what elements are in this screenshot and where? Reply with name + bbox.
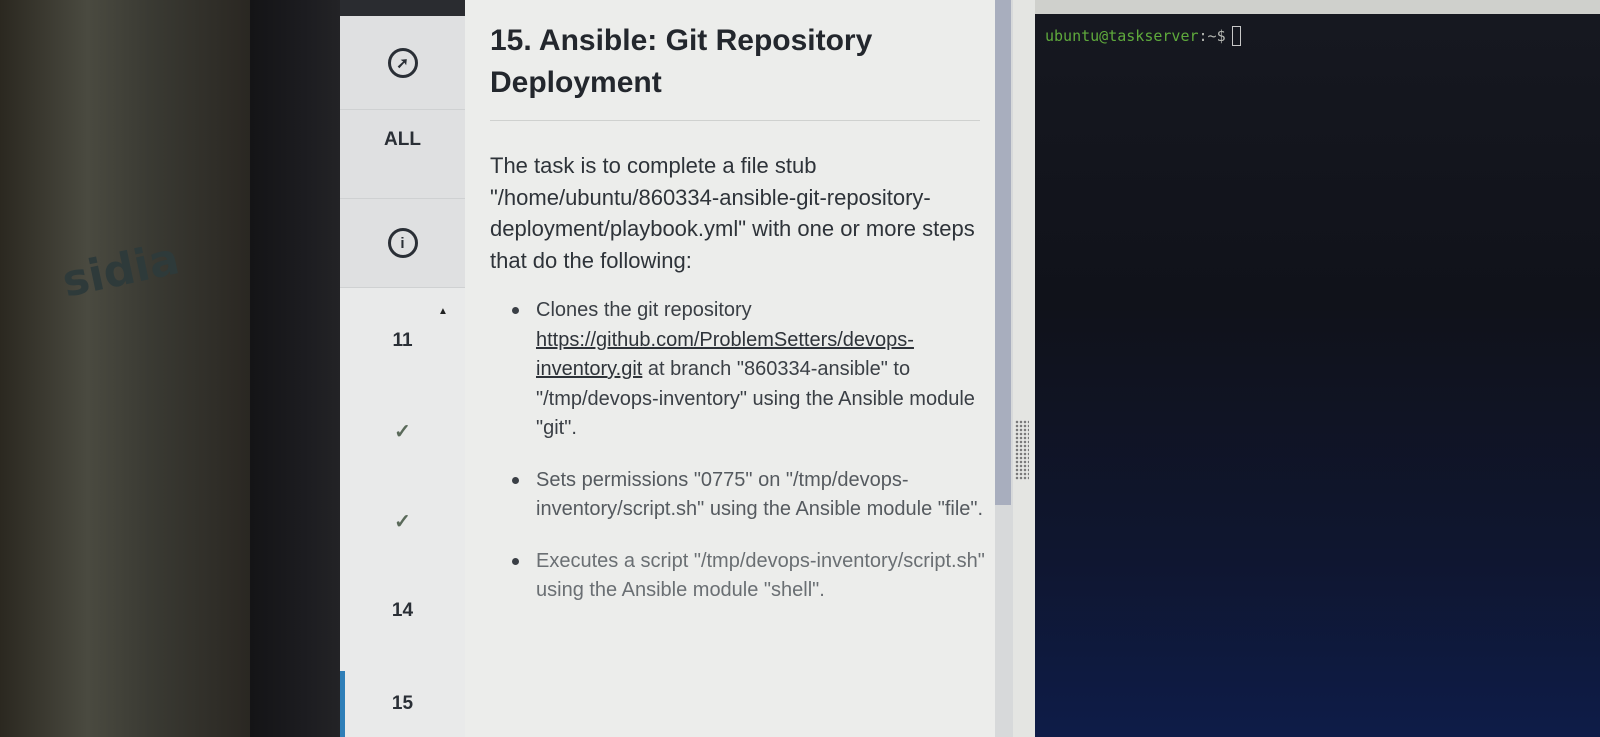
checkmark-icon: ✓ bbox=[394, 420, 411, 443]
compass-button[interactable]: ➚ bbox=[340, 16, 465, 110]
prompt-user: ubuntu@taskserver bbox=[1045, 27, 1199, 45]
sidebar-item-15[interactable]: 15 bbox=[340, 671, 465, 737]
screen: ➚ ALL i ▲ 11 ✓ ✓ 14 15 15. Ansible: Git … bbox=[340, 0, 1600, 737]
top-strip bbox=[340, 0, 465, 16]
panel-resize-handle[interactable] bbox=[1015, 420, 1029, 480]
terminal-prompt: ubuntu@taskserver:~$ bbox=[1045, 26, 1241, 46]
bottle-label: sidia bbox=[57, 233, 184, 308]
steps-list: Clones the git repository https://github… bbox=[490, 296, 990, 606]
compass-icon: ➚ bbox=[387, 47, 418, 78]
task-description-panel: 15. Ansible: Git Repository Deployment T… bbox=[465, 0, 1010, 737]
sidebar-item-label: 11 bbox=[392, 330, 413, 351]
all-questions-button[interactable]: ALL bbox=[340, 110, 465, 199]
sidebar-item-13[interactable]: ✓ bbox=[340, 486, 465, 556]
divider bbox=[490, 120, 980, 121]
step-text: Clones the git repository bbox=[536, 299, 752, 321]
terminal-cursor bbox=[1231, 26, 1241, 46]
checkmark-icon: ✓ bbox=[394, 510, 411, 533]
terminal[interactable]: ubuntu@taskserver:~$ bbox=[1035, 14, 1600, 737]
terminal-top-edge bbox=[1035, 0, 1600, 14]
info-button[interactable]: i bbox=[340, 199, 465, 288]
sidebar-item-14[interactable]: 14 bbox=[340, 576, 465, 646]
all-label: ALL bbox=[384, 129, 421, 150]
sidebar-item-11[interactable]: 11 bbox=[340, 306, 465, 376]
list-item: Executes a script "/tmp/devops-inventory… bbox=[490, 547, 990, 606]
list-item: Sets permissions "0775" on "/tmp/devops-… bbox=[490, 466, 990, 525]
prompt-suffix: :~$ bbox=[1198, 27, 1226, 45]
monitor-bezel bbox=[250, 0, 340, 737]
info-icon: i bbox=[387, 228, 418, 258]
water-bottle: sidia bbox=[0, 0, 250, 737]
list-item: Clones the git repository https://github… bbox=[490, 296, 990, 444]
sidebar-item-label: 15 bbox=[391, 693, 414, 714]
sidebar-item-12[interactable]: ✓ bbox=[340, 396, 465, 466]
sidebar-item-label: 14 bbox=[391, 600, 414, 621]
scrollbar-thumb[interactable] bbox=[995, 0, 1011, 505]
question-sidebar: ➚ ALL i ▲ 11 ✓ ✓ 14 15 bbox=[340, 16, 465, 737]
task-description: The task is to complete a file stub "/ho… bbox=[490, 153, 975, 273]
task-title: 15. Ansible: Git Repository Deployment bbox=[490, 24, 873, 99]
active-indicator bbox=[340, 671, 345, 737]
